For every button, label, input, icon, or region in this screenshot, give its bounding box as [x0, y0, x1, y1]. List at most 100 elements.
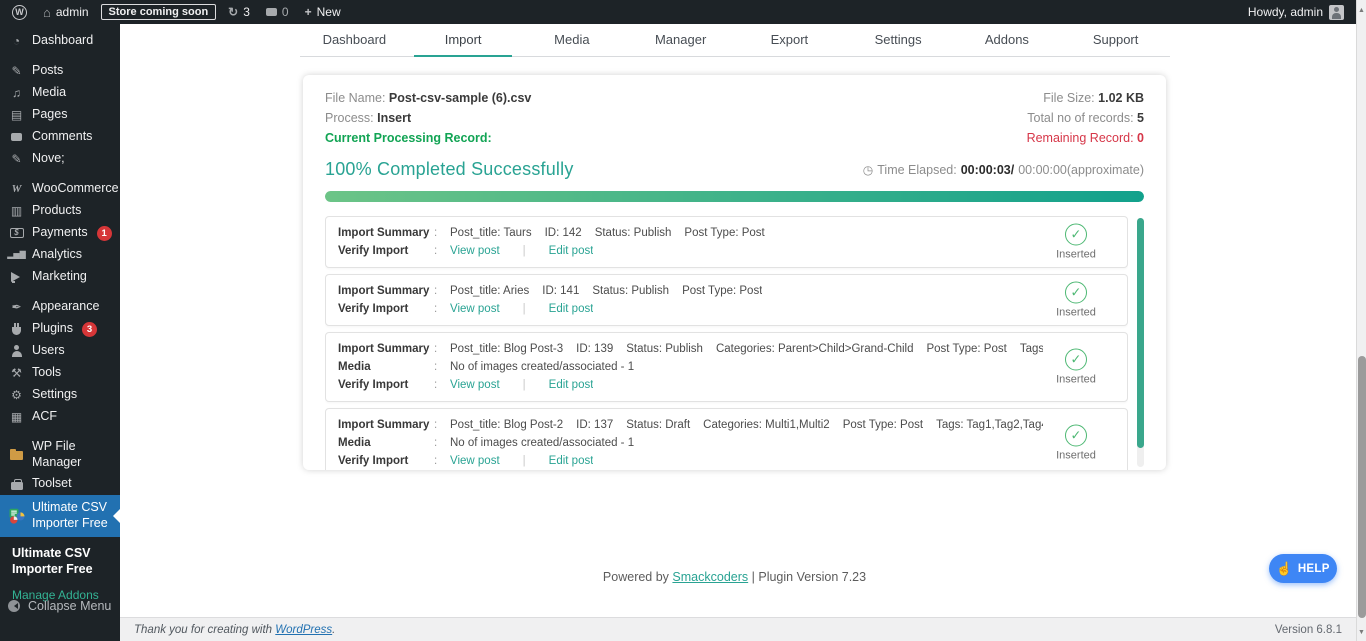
- view-post-link[interactable]: View post: [450, 376, 500, 394]
- site-name-menu[interactable]: admin: [35, 0, 97, 24]
- colon-separator: [434, 416, 450, 434]
- comments-count: 0: [282, 5, 289, 19]
- sidebar-item-label: Plugins: [32, 321, 73, 337]
- row-content: View post Edit post: [450, 242, 593, 260]
- sidebar-item-label: Appearance: [32, 299, 99, 315]
- check-circle-icon: [1065, 425, 1087, 447]
- import-summary-list: Import SummaryPost_title: TaursID: 142St…: [325, 216, 1144, 470]
- sidebar-item-media[interactable]: ♫Media: [0, 82, 120, 104]
- scrollbar-up-arrow[interactable]: [1357, 6, 1366, 16]
- view-post-link[interactable]: View post: [450, 242, 500, 260]
- row-label: Import Summary: [338, 340, 434, 358]
- updates-menu[interactable]: 3: [220, 0, 258, 24]
- tools-icon: ⚒: [8, 367, 25, 379]
- edit-post-link[interactable]: Edit post: [549, 376, 594, 394]
- sidebar-item-label: WooCommerce: [32, 181, 119, 197]
- tab-settings[interactable]: Settings: [844, 24, 953, 56]
- total-records-label: Total no of records:: [1027, 111, 1133, 125]
- row-line-verify-import: Verify ImportView postEdit post: [338, 452, 1043, 470]
- sidebar-item-nove[interactable]: ✎Nove;: [0, 148, 120, 170]
- sidebar-item-products[interactable]: ▥Products: [0, 200, 120, 222]
- collapse-menu-button[interactable]: Collapse Menu: [0, 595, 120, 617]
- scrollbar-thumb[interactable]: [1358, 356, 1366, 618]
- row-label: Verify Import: [338, 376, 434, 394]
- notification-badge: 3: [82, 322, 97, 337]
- sidebar-item-users[interactable]: Users: [0, 340, 120, 362]
- store-coming-soon-badge[interactable]: Store coming soon: [101, 4, 217, 20]
- sidebar-item-plugins[interactable]: Plugins 3: [0, 318, 120, 340]
- sidebar-item-label: Posts: [32, 63, 63, 79]
- colon-separator: [434, 376, 450, 394]
- new-content-menu[interactable]: New: [297, 0, 349, 24]
- edit-post-link[interactable]: Edit post: [549, 452, 594, 470]
- wordpress-link[interactable]: WordPress: [275, 624, 332, 636]
- edit-post-link[interactable]: Edit post: [549, 300, 594, 318]
- field-pair: No of images created/associated - 1: [450, 434, 634, 452]
- field-pair: Post_title: Blog Post-2: [450, 416, 563, 434]
- tab-support[interactable]: Support: [1061, 24, 1170, 56]
- folder-icon: [8, 449, 25, 460]
- sidebar-item-tools[interactable]: ⚒Tools: [0, 362, 120, 384]
- sidebar-item-label: Dashboard: [32, 33, 93, 49]
- time-elapsed-label: Time Elapsed:: [877, 163, 956, 177]
- view-post-link[interactable]: View post: [450, 452, 500, 470]
- analytics-icon: ▂▅▇: [8, 251, 25, 259]
- sidebar-item-label: Analytics: [32, 247, 82, 263]
- tab-dashboard[interactable]: Dashboard: [300, 24, 409, 56]
- submenu-current-item[interactable]: Ultimate CSV Importer Free: [12, 545, 112, 578]
- row-line-verify-import: Verify Import View post Edit post: [338, 376, 1043, 394]
- row-label: Verify Import: [338, 300, 434, 318]
- sidebar-item-dashboard[interactable]: ◔Dashboard: [0, 30, 120, 52]
- sidebar-item-wp-file-manager[interactable]: WP File Manager: [0, 436, 120, 473]
- sidebar-item-label: Pages: [32, 107, 67, 123]
- colon-separator: [434, 434, 450, 452]
- updates-count: 3: [243, 5, 250, 19]
- comments-menu[interactable]: 0: [258, 0, 297, 24]
- scrollbar-down-arrow[interactable]: [1357, 628, 1366, 638]
- sidebar-item-toolset[interactable]: Toolset: [0, 473, 120, 495]
- sidebar-item-acf[interactable]: ▦ACF: [0, 406, 120, 428]
- sidebar-item-settings[interactable]: ⚙Settings: [0, 384, 120, 406]
- page-scrollbar[interactable]: [1356, 0, 1366, 641]
- colon-separator: [434, 300, 450, 318]
- sidebar-item-ultimate-csv-importer-free[interactable]: Ultimate CSV Importer Free: [0, 495, 120, 536]
- smackcoders-link[interactable]: Smackcoders: [672, 570, 748, 584]
- sidebar-item-payments[interactable]: Payments1: [0, 222, 120, 244]
- products-icon: ▥: [8, 205, 25, 217]
- user-avatar[interactable]: [1329, 5, 1344, 20]
- field-pair: No of images created/associated - 1: [450, 358, 634, 376]
- current-record-label: Current Processing Record:: [325, 131, 492, 145]
- howdy-text[interactable]: Howdy, admin: [1248, 5, 1323, 19]
- users-icon: [8, 345, 25, 357]
- edit-post-link[interactable]: Edit post: [549, 242, 594, 260]
- sidebar-item-comments[interactable]: Comments: [0, 126, 120, 148]
- field-pair: ID: 139: [576, 340, 613, 358]
- row-status: Inserted: [1047, 425, 1105, 462]
- tab-export[interactable]: Export: [735, 24, 844, 56]
- wordpress-logo-menu[interactable]: [4, 0, 35, 24]
- row-label: Verify Import: [338, 242, 434, 260]
- import-summary-row: Import SummaryPost_title: Blog Post-2ID:…: [325, 408, 1128, 470]
- row-status: Inserted: [1047, 349, 1105, 386]
- tab-import[interactable]: Import: [409, 24, 518, 56]
- sidebar-item-analytics[interactable]: ▂▅▇ Analytics: [0, 244, 120, 266]
- sidebar-item-appearance[interactable]: ✒ Appearance: [0, 296, 120, 318]
- status-label: Inserted: [1047, 374, 1105, 386]
- colon-separator: [434, 358, 450, 376]
- field-pair: Tags: Tag1,Tag2,Tag5: [1020, 340, 1043, 358]
- view-post-link[interactable]: View post: [450, 300, 500, 318]
- colon-separator: [434, 282, 450, 300]
- tab-media[interactable]: Media: [518, 24, 627, 56]
- help-button[interactable]: HELP: [1269, 554, 1337, 583]
- colon-separator: [434, 224, 450, 242]
- field-pair: Tags: Tag1,Tag2,Tag4: [936, 416, 1043, 434]
- sidebar-item-pages[interactable]: ▤Pages: [0, 104, 120, 126]
- list-scrollbar-thumb[interactable]: [1137, 218, 1144, 448]
- sidebar-item-posts[interactable]: ✎Posts: [0, 60, 120, 82]
- sidebar-item-marketing[interactable]: Marketing: [0, 266, 120, 288]
- tab-manager[interactable]: Manager: [626, 24, 735, 56]
- tab-addons[interactable]: Addons: [953, 24, 1062, 56]
- appearance-icon: ✒: [8, 301, 25, 313]
- colon-separator: [434, 340, 450, 358]
- sidebar-item-woocommerce[interactable]: WWooCommerce: [0, 178, 120, 200]
